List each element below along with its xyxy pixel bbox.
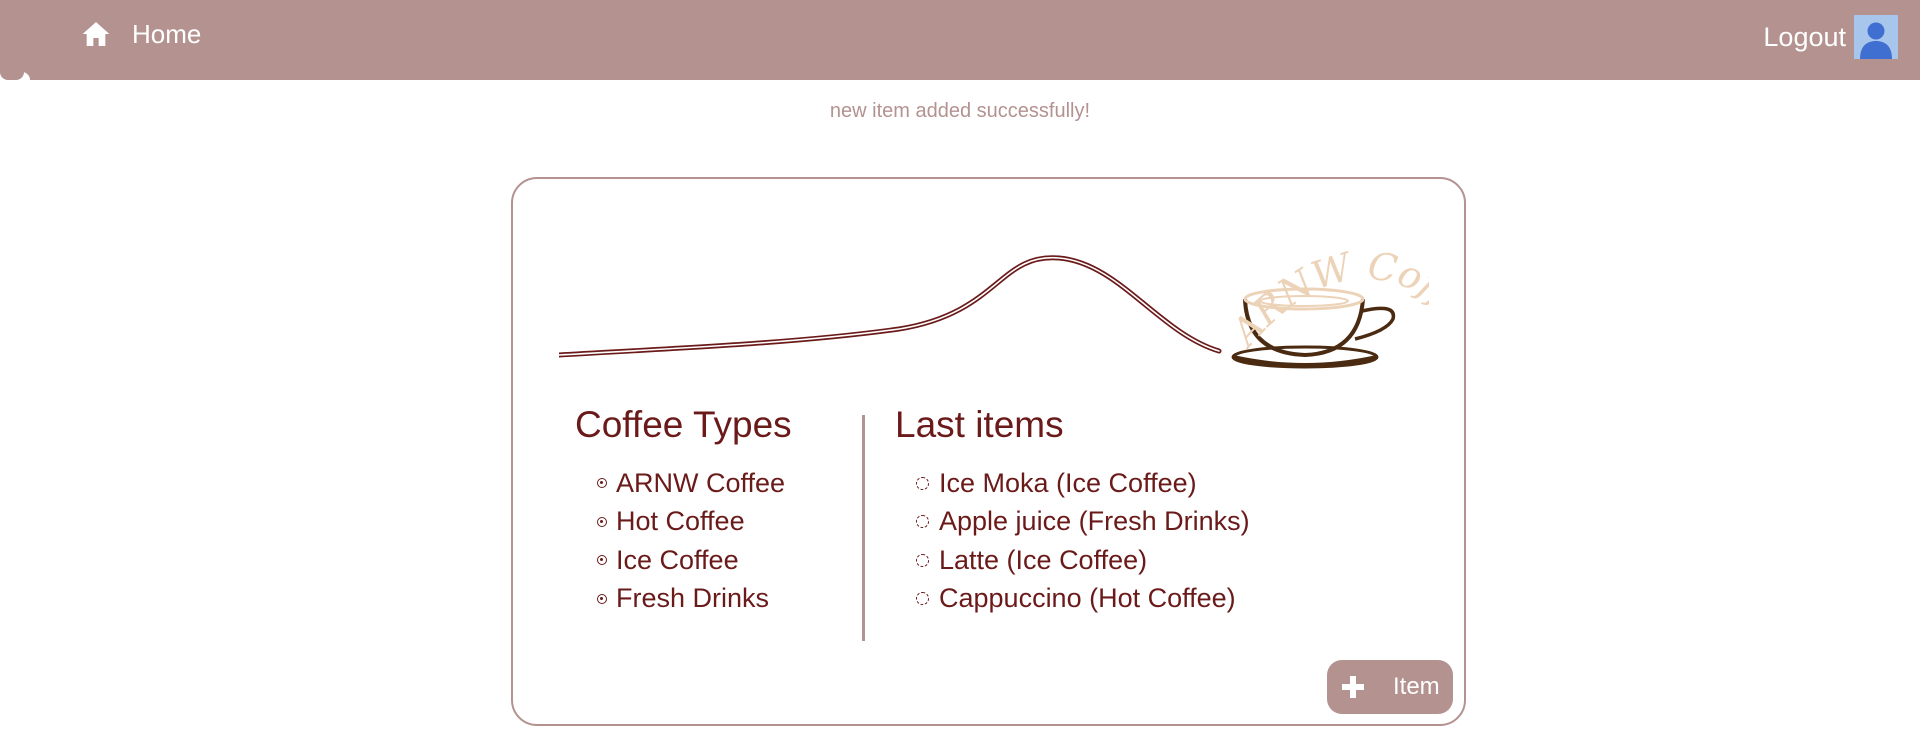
last-item[interactable]: Ice Moka (Ice Coffee) [916,464,1250,503]
bullet-icon [597,516,607,527]
plus-icon [1342,676,1364,698]
bullet-icon [597,555,607,566]
status-message: new item added successfully! [829,100,1091,122]
coffee-type-item[interactable]: Ice Coffee [597,541,785,580]
bullet-icon [597,478,607,489]
home-label: Home [132,18,202,49]
coffee-types-title: Coffee Types [575,404,792,445]
bullet-icon [916,553,929,567]
section-divider [862,415,865,641]
coffee-cup-spoon-logo: ARNW Coffee [559,243,1429,369]
dashboard-card: ARNW Coffee Coffee Types ARNW Coffee Hot… [511,177,1466,726]
last-item[interactable]: Cappuccino (Hot Coffee) [916,580,1250,619]
add-item-label: Item [1393,673,1440,700]
top-navbar: Home Logout [0,0,1920,80]
last-item[interactable]: Apple juice (Fresh Drinks) [916,503,1250,542]
last-items-list: Ice Moka (Ice Coffee) Apple juice (Fresh… [916,464,1250,618]
coffee-type-item[interactable]: ARNW Coffee [597,464,785,503]
user-area: Logout [1763,15,1898,59]
coffee-types-list: ARNW Coffee Hot Coffee Ice Coffee Fresh … [597,464,785,618]
coffee-type-item[interactable]: Fresh Drinks [597,580,785,619]
bullet-icon [916,592,929,606]
home-link[interactable]: Home [80,12,201,56]
last-items-title: Last items [895,404,1064,445]
coffee-type-item[interactable]: Hot Coffee [597,503,785,542]
add-item-button[interactable]: Item [1327,660,1453,714]
last-item[interactable]: Latte (Ice Coffee) [916,541,1250,580]
logo-text: ARNW Coffee [1221,243,1429,356]
bullet-icon [916,515,929,529]
home-icon [82,22,110,46]
logout-link[interactable]: Logout [1763,22,1846,53]
user-avatar-icon[interactable] [1854,15,1898,59]
bullet-icon [597,593,607,604]
navbar-corner-tab [0,72,30,80]
bullet-icon [916,476,929,490]
